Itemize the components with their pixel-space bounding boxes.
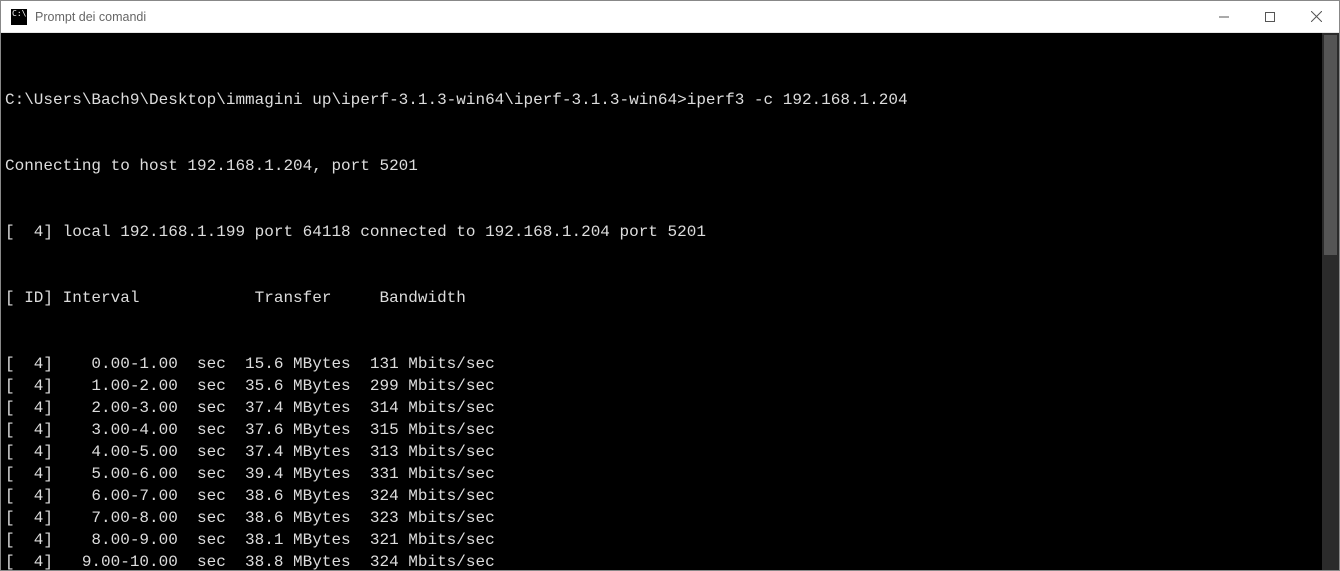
table-row: [ 4] 4.00-5.00 sec 37.4 MBytes 313 Mbits… bbox=[5, 441, 1322, 463]
connecting-line: Connecting to host 192.168.1.204, port 5… bbox=[5, 155, 1322, 177]
close-icon bbox=[1311, 11, 1322, 22]
local-conn-line: [ 4] local 192.168.1.199 port 64118 conn… bbox=[5, 221, 1322, 243]
terminal-area: C:\Users\Bach9\Desktop\immagini up\iperf… bbox=[1, 33, 1339, 570]
table-row: [ 4] 1.00-2.00 sec 35.6 MBytes 299 Mbits… bbox=[5, 375, 1322, 397]
minimize-icon bbox=[1219, 12, 1229, 22]
table-row: [ 4] 2.00-3.00 sec 37.4 MBytes 314 Mbits… bbox=[5, 397, 1322, 419]
table-row: [ 4] 5.00-6.00 sec 39.4 MBytes 331 Mbits… bbox=[5, 463, 1322, 485]
window-title: Prompt dei comandi bbox=[35, 10, 146, 24]
table-row: [ 4] 9.00-10.00 sec 38.8 MBytes 324 Mbit… bbox=[5, 551, 1322, 570]
table-row: [ 4] 6.00-7.00 sec 38.6 MBytes 324 Mbits… bbox=[5, 485, 1322, 507]
header-row: [ ID] Interval Transfer Bandwidth bbox=[5, 287, 1322, 309]
prompt-line: C:\Users\Bach9\Desktop\immagini up\iperf… bbox=[5, 89, 1322, 111]
table-row: [ 4] 7.00-8.00 sec 38.6 MBytes 323 Mbits… bbox=[5, 507, 1322, 529]
interval-rows: [ 4] 0.00-1.00 sec 15.6 MBytes 131 Mbits… bbox=[5, 353, 1322, 570]
cmd-icon bbox=[11, 9, 27, 25]
terminal-output[interactable]: C:\Users\Bach9\Desktop\immagini up\iperf… bbox=[1, 33, 1322, 570]
close-button[interactable] bbox=[1293, 1, 1339, 33]
table-row: [ 4] 8.00-9.00 sec 38.1 MBytes 321 Mbits… bbox=[5, 529, 1322, 551]
maximize-icon bbox=[1265, 12, 1275, 22]
table-row: [ 4] 0.00-1.00 sec 15.6 MBytes 131 Mbits… bbox=[5, 353, 1322, 375]
command-prompt-window: Prompt dei comandi C:\Users\Bach9\Deskto… bbox=[0, 0, 1340, 571]
maximize-button[interactable] bbox=[1247, 1, 1293, 33]
vertical-scrollbar[interactable] bbox=[1322, 33, 1339, 570]
scrollbar-thumb[interactable] bbox=[1324, 35, 1337, 255]
titlebar[interactable]: Prompt dei comandi bbox=[1, 1, 1339, 33]
minimize-button[interactable] bbox=[1201, 1, 1247, 33]
table-row: [ 4] 3.00-4.00 sec 37.6 MBytes 315 Mbits… bbox=[5, 419, 1322, 441]
